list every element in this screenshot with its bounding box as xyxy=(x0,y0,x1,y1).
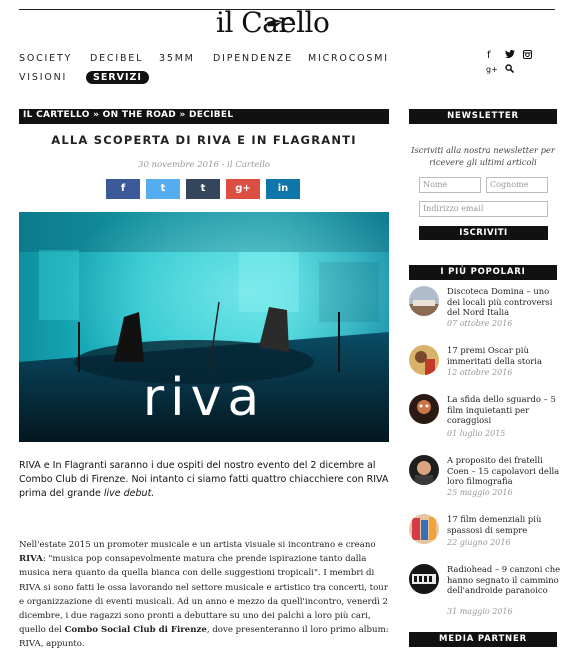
hero-riva-logo: riva xyxy=(143,368,265,428)
popular-thumbnail xyxy=(409,345,439,375)
breadcrumb[interactable]: IL CARTELLO » ON THE ROAD » DECIBEL xyxy=(19,109,389,124)
media-partner-heading: MEDIA PARTNER xyxy=(409,632,557,647)
newsletter-surname-input[interactable]: Cognome xyxy=(486,177,548,193)
popular-date: 12 ottobre 2016 xyxy=(447,368,513,377)
popular-item[interactable]: 17 film demenziali più spassosi di sempr… xyxy=(409,514,559,562)
popular-title[interactable]: Discoteca Domina – uno dei locali più co… xyxy=(447,286,561,318)
popular-date: 25 maggio 2016 xyxy=(447,488,513,497)
popular-title[interactable]: 17 premi Oscar più immeritati della stor… xyxy=(447,345,561,366)
nav-item-microcosmi[interactable]: MICROCOSMI xyxy=(308,53,389,64)
nav-item-society[interactable]: SOCIETY xyxy=(19,53,72,64)
article-title: ALLA SCOPERTA DI RIVA E IN FLAGRANTI xyxy=(51,133,357,147)
share-facebook-label: f xyxy=(120,183,126,194)
instagram-icon[interactable] xyxy=(523,50,532,62)
popular-date: 31 maggio 2016 xyxy=(447,607,513,616)
popular-thumbnail xyxy=(409,455,439,485)
article-body-part-1: Nell'estate 2015 un promoter musicale e … xyxy=(19,540,376,550)
popular-title[interactable]: A proposito dei fratelli Coen – 15 capol… xyxy=(447,455,561,487)
nav-item-35mm[interactable]: 35MM xyxy=(159,53,195,64)
newsletter-intro: Iscriviti alla nostra newsletter per ric… xyxy=(411,145,555,167)
share-tumblr-button[interactable]: t xyxy=(186,179,220,199)
popular-item[interactable]: Radiohead – 9 canzoni che hanno segnato … xyxy=(409,564,561,620)
facebook-icon[interactable]: f xyxy=(487,50,491,61)
popular-thumbnail xyxy=(409,514,439,544)
article-body-part-2: : "musica pop consapevolmente matura che… xyxy=(19,554,389,636)
article-body: Nell'estate 2015 un promoter musicale e … xyxy=(19,538,389,652)
share-linkedin-button[interactable]: in xyxy=(266,179,300,199)
popular-date: 01 luglio 2015 xyxy=(447,429,506,438)
popular-date: 07 ottobre 2016 xyxy=(447,319,513,328)
nav-item-dipendenze[interactable]: DIPENDENZE xyxy=(213,53,293,64)
nav-item-visioni[interactable]: VISIONI xyxy=(19,72,67,83)
logo-text-end: ello xyxy=(280,6,330,39)
popular-thumbnail xyxy=(409,394,439,424)
share-twitter-label: t xyxy=(160,183,166,194)
popular-date: 22 giugno 2016 xyxy=(447,538,511,547)
article-meta: 30 novembre 2016 - il Cartello xyxy=(138,160,270,170)
popular-item[interactable]: Discoteca Domina – uno dei locali più co… xyxy=(409,286,559,334)
search-icon[interactable] xyxy=(505,64,515,76)
share-twitter-button[interactable]: t xyxy=(146,179,180,199)
twitter-icon[interactable] xyxy=(505,50,515,62)
article-lead-text: RIVA e In Flagranti saranno i due ospiti… xyxy=(19,460,389,499)
article-body-bold-combo: Combo Social Club di Firenze xyxy=(64,625,207,636)
popular-title[interactable]: 17 film demenziali più spassosi di sempr… xyxy=(447,514,561,535)
popular-thumbnail xyxy=(409,564,439,594)
share-google-plus-label: g+ xyxy=(235,183,251,194)
newsletter-heading: NEWSLETTER xyxy=(409,109,557,124)
nav-item-decibel[interactable]: DECIBEL xyxy=(90,53,143,64)
popular-heading: I PIÙ POPOLARI xyxy=(409,265,557,280)
share-facebook-button[interactable]: f xyxy=(106,179,140,199)
site-logo[interactable]: il Car ✒ ello xyxy=(216,4,366,40)
share-google-plus-button[interactable]: g+ xyxy=(226,179,260,199)
article-body-bold-riva: RIVA xyxy=(19,554,43,565)
article-lead-emphasis: live debut. xyxy=(103,488,155,499)
newsletter-name-input[interactable]: Nome xyxy=(419,177,481,193)
nav-item-servizi-active[interactable]: SERVIZI xyxy=(86,71,149,84)
popular-item[interactable]: A proposito dei fratelli Coen – 15 capol… xyxy=(409,455,559,503)
popular-title[interactable]: Radiohead – 9 canzoni che hanno segnato … xyxy=(447,564,561,596)
popular-thumbnail xyxy=(409,286,439,316)
google-plus-icon[interactable]: g+ xyxy=(486,65,498,74)
newsletter-subscribe-button[interactable]: ISCRIVITI xyxy=(419,226,548,240)
article-hero-image: riva xyxy=(19,212,389,442)
popular-title[interactable]: La sfida dello sguardo – 5 film inquieta… xyxy=(447,394,561,426)
newsletter-email-input[interactable]: Indirizzo email xyxy=(419,201,548,217)
popular-item[interactable]: La sfida dello sguardo – 5 film inquieta… xyxy=(409,394,559,442)
share-linkedin-label: in xyxy=(277,183,289,194)
article-lead: RIVA e In Flagranti saranno i due ospiti… xyxy=(19,459,389,501)
popular-item[interactable]: 17 premi Oscar più immeritati della stor… xyxy=(409,345,559,393)
share-tumblr-label: t xyxy=(200,183,206,194)
